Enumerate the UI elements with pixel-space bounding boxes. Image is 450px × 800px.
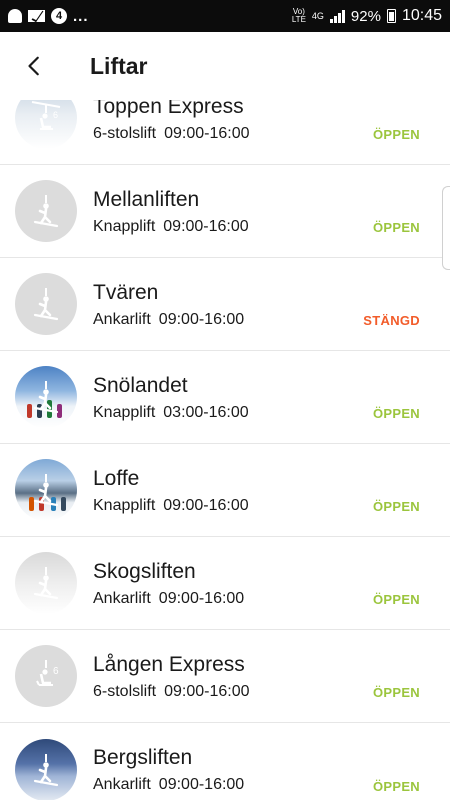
lift-status-badge: STÄNGD: [363, 313, 420, 328]
lift-photo: 6: [15, 100, 77, 149]
lift-hours: 09:00-16:00: [164, 682, 250, 700]
chairlift-badge: 6: [53, 110, 58, 120]
lift-hours: 09:00-16:00: [158, 776, 245, 793]
volte-icon: Vo) LTE: [292, 8, 306, 24]
lift-type: Ankarlift: [93, 310, 151, 328]
lift-hours: 03:00-16:00: [163, 403, 249, 421]
chevron-left-icon: [28, 56, 39, 76]
volte-line2: LTE: [291, 15, 306, 24]
lift-list[interactable]: 6 Toppen Express 6-stolslift 09:00-16:00…: [0, 100, 450, 800]
lift-type: Knapplift: [93, 403, 156, 421]
lift-name: Loffe: [93, 466, 140, 490]
lift-status-badge: ÖPPEN: [372, 406, 420, 421]
status-bar-left: 4 ...: [8, 8, 89, 25]
surface-lift-icon: [33, 381, 59, 414]
lift-status-badge: ÖPPEN: [372, 127, 420, 142]
lift-photo: [15, 459, 77, 521]
lift-hours: 09:00-16:00: [158, 589, 245, 607]
surface-lift-icon: [33, 567, 59, 600]
lift-type: Ankarlift: [93, 589, 151, 607]
snapchat-icon: [8, 9, 22, 23]
lift-row[interactable]: Tvären Ankarlift 09:00-16:00 STÄNGD: [0, 258, 450, 351]
app-header: Liftar: [0, 32, 450, 100]
page-title: Liftar: [90, 52, 148, 79]
lift-hours: 09:00-16:00: [163, 496, 249, 514]
lift-status-badge: ÖPPEN: [372, 592, 420, 607]
lift-name: Bergsliften: [93, 746, 193, 769]
lift-status-badge: ÖPPEN: [372, 685, 420, 700]
lift-row[interactable]: Loffe Knapplift 09:00-16:00 ÖPPEN: [0, 444, 450, 537]
lift-hours: 09:00-16:00: [158, 310, 245, 328]
lift-photo: [15, 552, 77, 614]
lift-type: Ankarlift: [93, 776, 151, 793]
lift-row[interactable]: Bergsliften Ankarlift 09:00-16:00 ÖPPEN: [0, 723, 450, 800]
lift-name: Skogsliften: [93, 559, 196, 583]
lift-photo: 6: [15, 645, 77, 707]
lift-type: Knapplift: [93, 496, 156, 514]
notification-badge-icon: 4: [51, 8, 67, 24]
lift-hours: 09:00-16:00: [163, 217, 249, 235]
clock: 10:45: [401, 7, 442, 24]
lift-name: Tvären: [93, 280, 159, 304]
surface-lift-icon: [33, 195, 59, 228]
surface-lift-icon: [33, 474, 59, 507]
status-bar-right: Vo) LTE 4G 92% 10:45: [292, 7, 442, 25]
chairlift-icon: 6: [31, 101, 61, 130]
lift-row[interactable]: Mellanliften Knapplift 09:00-16:00 ÖPPEN: [0, 165, 450, 258]
lift-row[interactable]: 6 Lången Express 6-stolslift 09:00-16:00…: [0, 630, 450, 723]
lift-type: Knapplift: [93, 217, 156, 235]
mail-icon: [28, 10, 45, 22]
chairlift-icon: 6: [36, 660, 59, 686]
surface-lift-icon: [33, 288, 59, 321]
lift-type: 6-stolslift: [93, 124, 157, 142]
lift-status-badge: ÖPPEN: [372, 779, 420, 794]
lift-name: Lången Express: [93, 652, 245, 676]
lift-photo: [15, 738, 77, 800]
signal-strength-icon: [329, 9, 345, 23]
network-type-icon: 4G: [311, 10, 324, 21]
lift-row[interactable]: 6 Toppen Express 6-stolslift 09:00-16:00…: [0, 100, 450, 165]
lift-name: Snölandet: [93, 373, 188, 397]
lift-status-badge: ÖPPEN: [372, 499, 420, 514]
chairlift-badge: 6: [53, 666, 59, 677]
surface-lift-icon: [33, 753, 59, 786]
lift-photo: [15, 366, 77, 428]
status-bar: 4 ... Vo) LTE 4G 92% 10:45: [0, 0, 450, 32]
lift-row[interactable]: Skogsliften Ankarlift 09:00-16:00 ÖPPEN: [0, 537, 450, 630]
lift-type: 6-stolslift: [93, 682, 157, 700]
lift-status-badge: ÖPPEN: [372, 220, 420, 235]
lift-row[interactable]: Snölandet Knapplift 03:00-16:00 ÖPPEN: [0, 351, 450, 444]
lift-photo: [15, 273, 77, 335]
lift-hours: 09:00-16:00: [164, 124, 250, 142]
back-button[interactable]: [0, 32, 70, 100]
more-notifications-indicator: ...: [73, 7, 89, 25]
scroll-handle[interactable]: [442, 186, 450, 270]
lift-name: Toppen Express: [93, 100, 244, 118]
lift-name: Mellanliften: [93, 187, 200, 211]
lift-photo: [15, 180, 77, 242]
battery-percent: 92%: [350, 7, 381, 25]
battery-icon: [386, 9, 396, 23]
